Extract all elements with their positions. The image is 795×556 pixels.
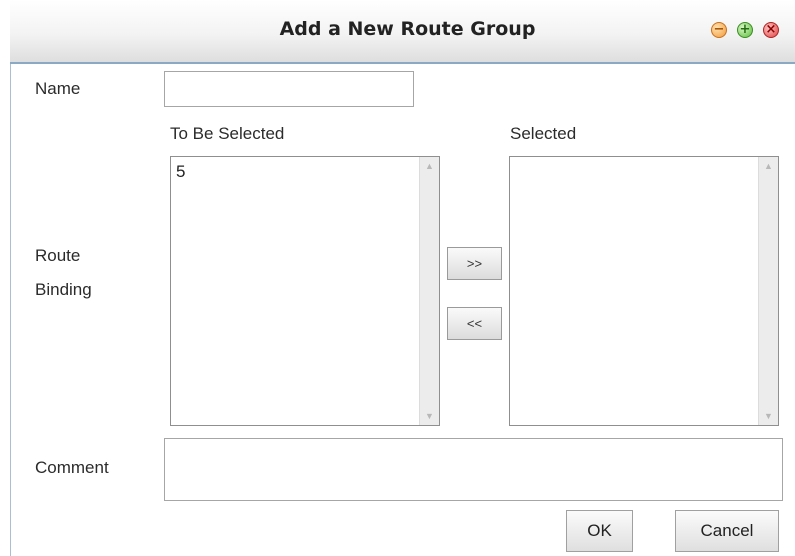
comment-label: Comment [35, 458, 109, 477]
title-bar[interactable]: Add a New Route Group − + × [10, 0, 795, 64]
ok-button[interactable]: OK [566, 510, 633, 552]
scroll-up-icon[interactable]: ▲ [759, 161, 778, 171]
route-binding-label-line1: Route [35, 246, 81, 265]
scrollbar[interactable]: ▲ ▼ [419, 157, 439, 425]
to-be-selected-list[interactable]: 5 ▲ ▼ [170, 156, 440, 426]
close-icon[interactable]: × [763, 22, 779, 38]
scrollbar[interactable]: ▲ ▼ [758, 157, 778, 425]
scroll-down-icon[interactable]: ▼ [420, 411, 439, 421]
remove-from-selected-button[interactable]: << [447, 307, 502, 340]
route-binding-label-line2: Binding [35, 280, 92, 299]
scroll-down-icon[interactable]: ▼ [759, 411, 778, 421]
selected-label: Selected [510, 124, 577, 143]
cancel-button[interactable]: Cancel [675, 510, 779, 552]
selected-list[interactable]: ▲ ▼ [509, 156, 779, 426]
scroll-up-icon[interactable]: ▲ [420, 161, 439, 171]
add-to-selected-button[interactable]: >> [447, 247, 502, 280]
name-input[interactable] [164, 71, 414, 107]
maximize-icon[interactable]: + [737, 22, 753, 38]
route-group-dialog: Name To Be Selected Selected Route Bindi… [10, 64, 795, 556]
window-title: Add a New Route Group [279, 18, 536, 40]
to-be-selected-label: To Be Selected [170, 124, 285, 143]
comment-field[interactable] [164, 438, 783, 501]
name-label: Name [35, 79, 81, 98]
list-item[interactable]: 5 [176, 162, 185, 182]
minimize-icon[interactable]: − [711, 22, 727, 38]
